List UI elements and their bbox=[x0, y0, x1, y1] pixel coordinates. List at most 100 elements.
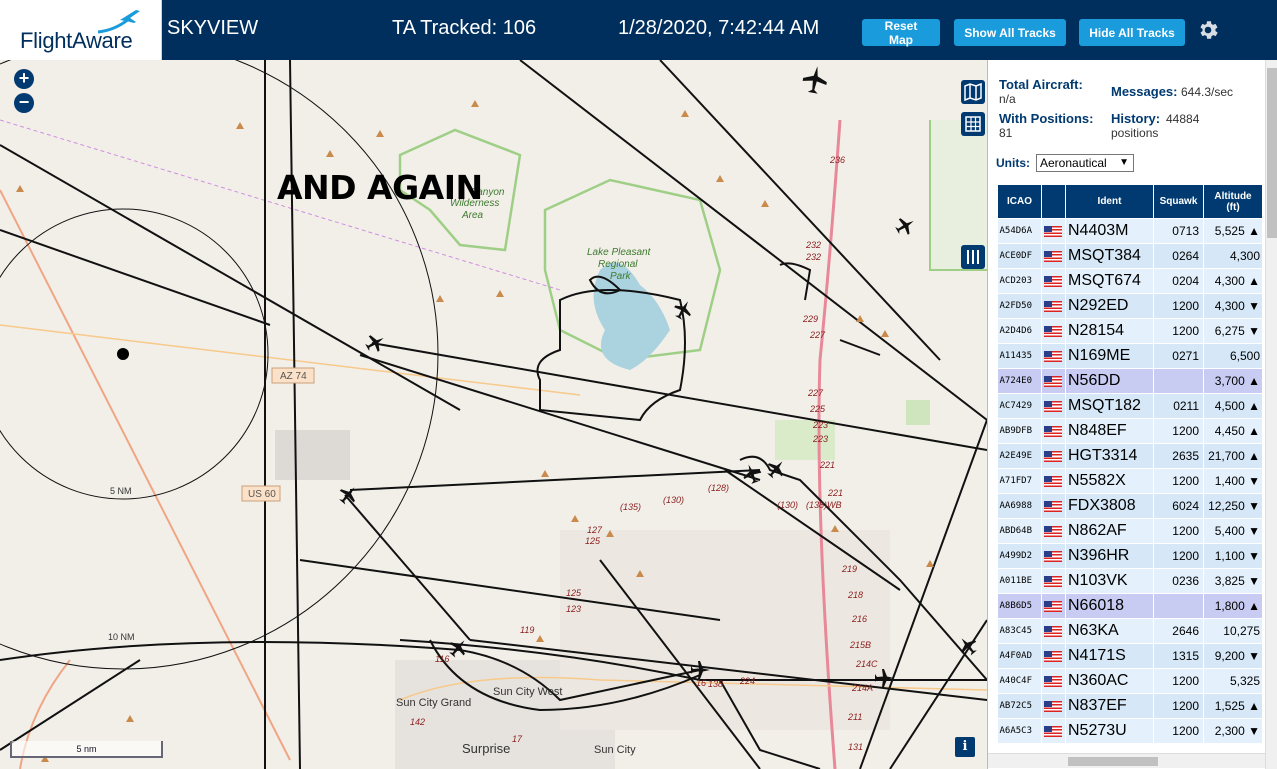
country-flag-icon bbox=[1041, 593, 1066, 619]
table-row[interactable]: A54D6A N4403M 0713 5,525 ▲ bbox=[997, 218, 1263, 244]
aircraft-ident: N66018 bbox=[1065, 593, 1154, 619]
aircraft-altitude: 6,275 ▼ bbox=[1203, 318, 1263, 344]
us-flag-icon bbox=[1044, 451, 1062, 463]
table-row[interactable]: A8B6D5 N66018 1,800 ▲ bbox=[997, 593, 1263, 619]
hide-all-tracks-button[interactable]: Hide All Tracks bbox=[1079, 19, 1185, 46]
history-value: 44884 bbox=[1166, 112, 1200, 126]
country-flag-icon bbox=[1041, 543, 1066, 569]
aircraft-squawk: 0271 bbox=[1153, 343, 1204, 369]
aircraft-icao: A011BE bbox=[997, 568, 1042, 594]
aircraft-icao: ABD64B bbox=[997, 518, 1042, 544]
label-park: Park bbox=[610, 271, 632, 282]
route-number-label: 218 bbox=[847, 590, 863, 600]
table-row[interactable]: A2FD50 N292ED 1200 4,300 ▼ bbox=[997, 293, 1263, 319]
country-flag-icon bbox=[1041, 443, 1066, 469]
park-area bbox=[906, 400, 930, 425]
header-altitude[interactable]: Altitude (ft) bbox=[1203, 184, 1263, 219]
table-row[interactable]: ACD203 MSQT674 0204 4,300 ▲ bbox=[997, 268, 1263, 294]
table-row[interactable]: A6A5C3 N5273U 1200 2,300 ▼ bbox=[997, 718, 1263, 744]
label-5nm: 5 NM bbox=[110, 486, 132, 496]
vertical-scrollbar[interactable] bbox=[1265, 60, 1277, 769]
us-flag-icon bbox=[1044, 676, 1062, 688]
aircraft-icon[interactable] bbox=[893, 213, 918, 238]
header-squawk[interactable]: Squawk bbox=[1153, 184, 1204, 219]
aircraft-squawk: 1200 bbox=[1153, 668, 1204, 694]
flightaware-logo[interactable]: FlightAware bbox=[0, 0, 162, 60]
aircraft-icao: A2E49E bbox=[997, 443, 1042, 469]
map-view[interactable]: Canyon Wilderness Area Lake Pleasant Reg… bbox=[0, 60, 987, 769]
history-unit: positions bbox=[1111, 126, 1159, 140]
aircraft-table: ICAO Ident Squawk Altitude (ft) A54D6A N4… bbox=[997, 184, 1263, 744]
gear-icon[interactable] bbox=[1196, 18, 1220, 42]
grid-button[interactable] bbox=[961, 112, 985, 136]
us-flag-icon bbox=[1044, 651, 1062, 663]
country-flag-icon bbox=[1041, 393, 1066, 419]
aircraft-icao: A71FD7 bbox=[997, 468, 1042, 494]
units-dropdown[interactable]: Aeronautical ▼ bbox=[1036, 154, 1134, 172]
zoom-in-button[interactable]: + bbox=[14, 69, 34, 89]
aircraft-altitude: 6,500 bbox=[1203, 343, 1263, 369]
aircraft-ident: N837EF bbox=[1065, 693, 1154, 719]
reset-map-button[interactable]: Reset Map bbox=[862, 19, 940, 47]
header-ident[interactable]: Ident bbox=[1065, 184, 1154, 219]
aircraft-squawk: 6024 bbox=[1153, 493, 1204, 519]
column-toggle-button[interactable] bbox=[961, 245, 985, 269]
map-canvas[interactable]: Canyon Wilderness Area Lake Pleasant Reg… bbox=[0, 60, 987, 769]
route-number-label: 221 bbox=[827, 488, 843, 498]
header-icao[interactable]: ICAO bbox=[997, 184, 1042, 219]
map-layer-button[interactable] bbox=[961, 80, 985, 104]
table-row[interactable]: A2E49E HGT3314 2635 21,700 ▲ bbox=[997, 443, 1263, 469]
aircraft-squawk: 1200 bbox=[1153, 543, 1204, 569]
tracked-count: TA Tracked: 106 bbox=[392, 17, 537, 39]
table-row[interactable]: A11435 N169ME 0271 6,500 bbox=[997, 343, 1263, 369]
country-flag-icon bbox=[1041, 718, 1066, 744]
dropdown-caret-icon: ▼ bbox=[1119, 157, 1129, 168]
units-value: Aeronautical bbox=[1040, 156, 1107, 170]
label-regional: Regional bbox=[598, 259, 638, 270]
table-row[interactable]: ABD64B N862AF 1200 5,400 ▼ bbox=[997, 518, 1263, 544]
table-row[interactable]: A4F0AD N4171S 1315 9,200 ▼ bbox=[997, 643, 1263, 669]
table-row[interactable]: ACE0DF MSQT384 0264 4,300 bbox=[997, 243, 1263, 269]
table-row[interactable]: A011BE N103VK 0236 3,825 ▼ bbox=[997, 568, 1263, 594]
aircraft-ident: N169ME bbox=[1065, 343, 1154, 369]
scrollbar-thumb[interactable] bbox=[1267, 68, 1277, 238]
aircraft-icao: A54D6A bbox=[997, 218, 1042, 244]
aircraft-ident: N360AC bbox=[1065, 668, 1154, 694]
table-row[interactable]: A71FD7 N5582X 1200 1,400 ▼ bbox=[997, 468, 1263, 494]
horizontal-scrollbar[interactable] bbox=[988, 753, 1265, 768]
aircraft-altitude: 3,700 ▲ bbox=[1203, 368, 1263, 394]
aircraft-squawk: 1200 bbox=[1153, 693, 1204, 719]
aircraft-altitude: 5,325 bbox=[1203, 668, 1263, 694]
scrollbar-thumb[interactable] bbox=[1068, 757, 1158, 766]
aircraft-squawk: 0713 bbox=[1153, 218, 1204, 244]
aircraft-altitude: 2,300 ▼ bbox=[1203, 718, 1263, 744]
zoom-out-button[interactable]: − bbox=[14, 93, 34, 113]
table-row[interactable]: AB9DFB N848EF 1200 4,450 ▲ bbox=[997, 418, 1263, 444]
show-all-tracks-button[interactable]: Show All Tracks bbox=[954, 19, 1066, 46]
table-row[interactable]: A499D2 N396HR 1200 1,100 ▼ bbox=[997, 543, 1263, 569]
header-flag[interactable] bbox=[1041, 184, 1066, 219]
us-flag-icon bbox=[1044, 501, 1062, 513]
country-flag-icon bbox=[1041, 668, 1066, 694]
us-flag-icon bbox=[1044, 701, 1062, 713]
aircraft-ident: N28154 bbox=[1065, 318, 1154, 344]
table-row[interactable]: AC7429 MSQT182 0211 4,500 ▲ bbox=[997, 393, 1263, 419]
table-row[interactable]: AB72C5 N837EF 1200 1,525 ▲ bbox=[997, 693, 1263, 719]
route-number-label: (130) bbox=[777, 500, 798, 510]
label-sun-city: Sun City bbox=[594, 744, 636, 756]
aircraft-ident: N5582X bbox=[1065, 468, 1154, 494]
table-row[interactable]: A724E0 N56DD 3,700 ▲ bbox=[997, 368, 1263, 394]
table-row[interactable]: A2D4D6 N28154 1200 6,275 ▼ bbox=[997, 318, 1263, 344]
aircraft-icon[interactable] bbox=[801, 64, 829, 95]
route-number-label: 116 bbox=[435, 654, 449, 664]
table-row[interactable]: A40C4F N360AC 1200 5,325 bbox=[997, 668, 1263, 694]
grid-icon bbox=[965, 116, 981, 132]
table-row[interactable]: AA6988 FDX3808 6024 12,250 ▼ bbox=[997, 493, 1263, 519]
route-number-label: 229 bbox=[802, 314, 818, 324]
aircraft-icon[interactable] bbox=[363, 330, 388, 355]
aircraft-squawk: 1200 bbox=[1153, 318, 1204, 344]
aircraft-icon[interactable] bbox=[335, 482, 361, 508]
us-flag-icon bbox=[1044, 426, 1062, 438]
table-row[interactable]: A83C45 N63KA 2646 10,275 bbox=[997, 618, 1263, 644]
info-button[interactable]: i bbox=[955, 737, 975, 757]
